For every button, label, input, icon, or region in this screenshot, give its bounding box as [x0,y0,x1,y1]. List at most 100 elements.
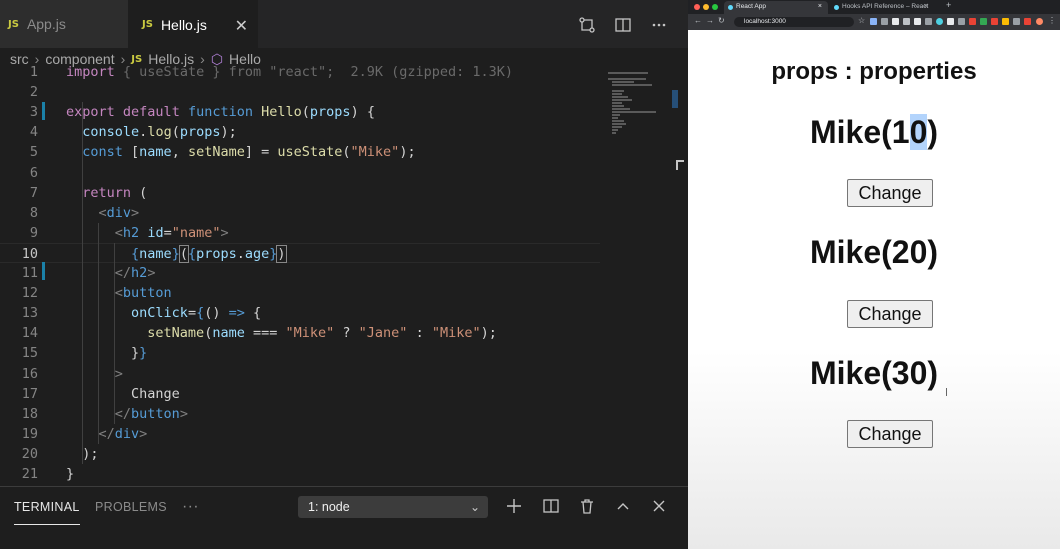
minimap-line [608,78,646,80]
browser-tab-react-app[interactable]: React App × [724,1,828,14]
split-editor-icon[interactable] [614,16,632,34]
tab-problems[interactable]: PROBLEMS [95,487,167,527]
more-actions-icon[interactable] [650,16,668,34]
change-button-3[interactable]: Change [847,420,933,448]
bookmark-star-icon[interactable]: ☆ [858,16,865,25]
plus-icon[interactable] [505,497,523,515]
code-line[interactable]: 13 onClick={() => { [0,303,600,323]
chevron-up-icon[interactable] [614,497,632,515]
code-line[interactable]: 5 const [name, setName] = useState("Mike… [0,142,600,162]
extension-icon[interactable] [925,18,932,25]
react-favicon-icon [728,5,733,10]
extension-icon[interactable] [892,18,899,25]
new-tab-icon[interactable]: + [946,0,951,10]
terminal-panel: TERMINAL PROBLEMS ··· 1: node ⌄ [0,486,688,549]
back-icon[interactable]: ← [694,16,702,25]
extension-icon[interactable] [980,18,987,25]
code-line[interactable]: 9 <h2 id="name"> [0,223,600,243]
scrollbar-thumb[interactable] [672,90,678,108]
hello-heading-1: Mike(10) [809,114,939,150]
terminal-select[interactable]: 1: node ⌄ [298,496,488,518]
extension-icon[interactable] [1024,18,1031,25]
gutter-change-marker [42,262,45,280]
window-maximize-icon[interactable] [712,4,718,10]
trash-icon[interactable] [578,497,596,515]
line-number: 21 [21,466,38,482]
more-icon[interactable]: ··· [182,487,199,527]
forward-icon[interactable]: → [706,16,714,25]
minimap-line [612,93,622,95]
minimap-line [612,84,652,86]
code-line[interactable]: 21} [0,464,600,484]
extension-icon[interactable] [914,18,921,25]
browser-tab-hooks-api[interactable]: Hooks API Reference – React × [830,1,934,14]
code-line[interactable]: 20 ); [0,444,600,464]
code-line[interactable]: 10 {name}({props.age}) [0,242,600,263]
code-line[interactable]: 4 console.log(props); [0,122,600,142]
profile-avatar[interactable] [1036,18,1043,25]
close-icon[interactable]: ✕ [235,16,248,36]
line-number: 15 [21,345,38,362]
browser-tab-bar: React App × Hooks API Reference – React … [688,0,1060,14]
code-line[interactable]: 6 [0,163,600,183]
minimap-line [612,126,622,128]
tab-hello-js[interactable]: JS Hello.js ✕ [128,0,258,48]
code-line[interactable]: 8 <div> [0,203,600,223]
close-icon[interactable] [650,497,668,515]
code-line[interactable]: 3 export default function Hello(props) { [0,102,600,122]
extension-icon[interactable] [903,18,910,25]
code-text: export default function Hello(props) { [66,104,375,121]
close-icon[interactable]: × [818,1,822,13]
line-number: 20 [21,445,38,462]
split-terminal-icon[interactable] [542,497,560,515]
age-digit: 1 [891,114,910,150]
minimap-line [612,102,622,104]
window-minimize-icon[interactable] [703,4,709,10]
code-text: </button> [114,405,188,422]
code-line[interactable]: 7 return ( [0,183,600,203]
code-line[interactable]: 18 </button> [0,404,600,424]
line-number: 14 [21,325,38,342]
code-line[interactable]: 17 Change [0,384,600,404]
age-digit-selected: 0 [909,114,928,150]
browser-tab-label: Hooks API Reference – React [842,3,929,10]
extension-icon[interactable] [947,18,954,25]
reload-icon[interactable]: ↻ [718,16,725,25]
extension-icon[interactable] [1002,18,1009,25]
extension-icon[interactable] [870,18,877,25]
menu-kebab-icon[interactable]: ⋮ [1048,16,1056,25]
change-button-2[interactable]: Change [847,300,933,328]
extension-icon[interactable] [969,18,976,25]
close-icon[interactable]: × [924,1,928,13]
extension-icon[interactable] [1013,18,1020,25]
code-line[interactable]: 15 }} [0,343,600,363]
code-area[interactable]: 1 import { useState } from "react"; 2.9K … [0,62,600,486]
extension-icon[interactable] [991,18,998,25]
tab-terminal[interactable]: TERMINAL [14,489,80,525]
code-line[interactable]: 12 <button [0,283,600,303]
address-bar[interactable]: localhost:3000 [734,17,854,27]
minimap[interactable] [600,62,675,182]
extension-icon[interactable] [881,18,888,25]
code-line[interactable]: 2 [0,82,600,102]
change-button-1[interactable]: Change [847,179,933,207]
source-control-icon[interactable] [578,16,596,34]
code-line[interactable]: 16 > [0,364,600,384]
code-text: <div> [98,204,140,221]
code-line[interactable]: 1 import { useState } from "react"; 2.9K … [0,62,600,82]
extension-icon[interactable] [958,18,965,25]
code-text: onClick={() => { [131,305,262,322]
mouse-cursor-icon [676,160,684,170]
code-text: </div> [98,425,148,442]
code-line[interactable]: 14 setName(name === "Mike" ? "Jane" : "M… [0,323,600,343]
extension-icon[interactable] [936,18,943,25]
window-close-icon[interactable] [694,4,700,10]
code-line[interactable]: 11 </h2> [0,263,600,283]
editor-tab-bar: JS App.js JS Hello.js ✕ [0,0,688,48]
hello-heading-3: Mike(30) [809,355,939,391]
minimap-line [612,96,628,98]
minimap-line [612,114,620,116]
tab-app-js[interactable]: JS App.js [0,0,128,48]
code-line[interactable]: 19 </div> [0,424,600,444]
code-text: const [name, setName] = useState("Mike")… [82,144,416,161]
